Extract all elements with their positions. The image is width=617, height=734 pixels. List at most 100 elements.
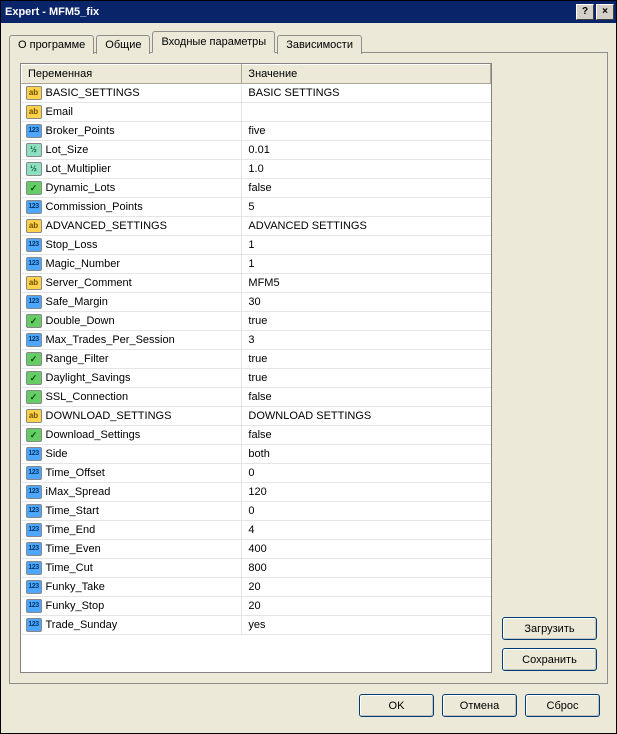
- value-cell[interactable]: false: [242, 426, 491, 445]
- table-row[interactable]: abADVANCED_SETTINGSADVANCED SETTINGS: [22, 217, 491, 236]
- table-row[interactable]: 123Time_Even400: [22, 540, 491, 559]
- value-cell[interactable]: BASIC SETTINGS: [242, 84, 491, 103]
- table-row[interactable]: 123Max_Trades_Per_Session3: [22, 331, 491, 350]
- variable-cell[interactable]: abDOWNLOAD_SETTINGS: [22, 407, 242, 426]
- value-cell[interactable]: 1: [242, 255, 491, 274]
- value-cell[interactable]: 0.01: [242, 141, 491, 160]
- variable-cell[interactable]: 123Side: [22, 445, 242, 464]
- table-row[interactable]: 123Time_Start0: [22, 502, 491, 521]
- variable-cell[interactable]: 123Trade_Sunday: [22, 616, 242, 635]
- variable-cell[interactable]: abBASIC_SETTINGS: [22, 84, 242, 103]
- tab-about[interactable]: О программе: [9, 35, 94, 54]
- variable-cell[interactable]: ✓Daylight_Savings: [22, 369, 242, 388]
- value-cell[interactable]: true: [242, 369, 491, 388]
- table-row[interactable]: 123Safe_Margin30: [22, 293, 491, 312]
- tab-common[interactable]: Общие: [96, 35, 150, 54]
- value-cell[interactable]: 3: [242, 331, 491, 350]
- load-button[interactable]: Загрузить: [502, 617, 597, 640]
- cancel-button[interactable]: Отмена: [442, 694, 517, 717]
- table-row[interactable]: 123Magic_Number1: [22, 255, 491, 274]
- table-row[interactable]: 123Time_End4: [22, 521, 491, 540]
- value-cell[interactable]: 0: [242, 502, 491, 521]
- value-cell[interactable]: MFM5: [242, 274, 491, 293]
- table-row[interactable]: 123Sideboth: [22, 445, 491, 464]
- value-cell[interactable]: 1.0: [242, 160, 491, 179]
- variable-cell[interactable]: abServer_Comment: [22, 274, 242, 293]
- titlebar[interactable]: Expert - MFM5_fix ? ×: [1, 1, 616, 23]
- variable-cell[interactable]: abADVANCED_SETTINGS: [22, 217, 242, 236]
- value-cell[interactable]: true: [242, 350, 491, 369]
- value-cell[interactable]: 800: [242, 559, 491, 578]
- table-row[interactable]: ½Lot_Size0.01: [22, 141, 491, 160]
- value-cell[interactable]: 20: [242, 578, 491, 597]
- variable-cell[interactable]: 123Time_Cut: [22, 559, 242, 578]
- value-cell[interactable]: 400: [242, 540, 491, 559]
- reset-button[interactable]: Сброс: [525, 694, 600, 717]
- variable-cell[interactable]: 123Stop_Loss: [22, 236, 242, 255]
- value-cell[interactable]: 1: [242, 236, 491, 255]
- parameters-grid[interactable]: Переменная Значение abBASIC_SETTINGSBASI…: [20, 63, 492, 673]
- variable-cell[interactable]: 123iMax_Spread: [22, 483, 242, 502]
- table-row[interactable]: abEmail: [22, 103, 491, 122]
- variable-cell[interactable]: ✓Download_Settings: [22, 426, 242, 445]
- value-cell[interactable]: true: [242, 312, 491, 331]
- table-row[interactable]: ✓SSL_Connectionfalse: [22, 388, 491, 407]
- table-row[interactable]: ½Lot_Multiplier1.0: [22, 160, 491, 179]
- table-row[interactable]: 123Time_Cut800: [22, 559, 491, 578]
- table-row[interactable]: 123Time_Offset0: [22, 464, 491, 483]
- tab-deps[interactable]: Зависимости: [277, 35, 362, 54]
- table-row[interactable]: 123Trade_Sundayyes: [22, 616, 491, 635]
- table-row[interactable]: ✓Download_Settingsfalse: [22, 426, 491, 445]
- table-row[interactable]: ✓Range_Filtertrue: [22, 350, 491, 369]
- variable-cell[interactable]: ✓Dynamic_Lots: [22, 179, 242, 198]
- table-row[interactable]: abBASIC_SETTINGSBASIC SETTINGS: [22, 84, 491, 103]
- value-cell[interactable]: ADVANCED SETTINGS: [242, 217, 491, 236]
- col-header-value[interactable]: Значение: [242, 65, 491, 84]
- value-cell[interactable]: 5: [242, 198, 491, 217]
- variable-cell[interactable]: 123Max_Trades_Per_Session: [22, 331, 242, 350]
- value-cell[interactable]: [242, 103, 491, 122]
- table-row[interactable]: abServer_CommentMFM5: [22, 274, 491, 293]
- variable-cell[interactable]: 123Funky_Stop: [22, 597, 242, 616]
- table-row[interactable]: ✓Double_Downtrue: [22, 312, 491, 331]
- value-cell[interactable]: 120: [242, 483, 491, 502]
- variable-cell[interactable]: 123Time_Start: [22, 502, 242, 521]
- value-cell[interactable]: 20: [242, 597, 491, 616]
- variable-cell[interactable]: ✓SSL_Connection: [22, 388, 242, 407]
- ok-button[interactable]: OK: [359, 694, 434, 717]
- variable-cell[interactable]: ✓Range_Filter: [22, 350, 242, 369]
- table-row[interactable]: 123Broker_Pointsfive: [22, 122, 491, 141]
- close-button[interactable]: ×: [596, 4, 614, 20]
- variable-cell[interactable]: 123Magic_Number: [22, 255, 242, 274]
- table-row[interactable]: 123iMax_Spread120: [22, 483, 491, 502]
- variable-cell[interactable]: 123Time_Offset: [22, 464, 242, 483]
- value-cell[interactable]: 0: [242, 464, 491, 483]
- table-row[interactable]: abDOWNLOAD_SETTINGSDOWNLOAD SETTINGS: [22, 407, 491, 426]
- table-row[interactable]: 123Stop_Loss1: [22, 236, 491, 255]
- variable-cell[interactable]: ½Lot_Multiplier: [22, 160, 242, 179]
- variable-cell[interactable]: 123Funky_Take: [22, 578, 242, 597]
- variable-cell[interactable]: 123Time_Even: [22, 540, 242, 559]
- variable-cell[interactable]: abEmail: [22, 103, 242, 122]
- col-header-variable[interactable]: Переменная: [22, 65, 242, 84]
- table-row[interactable]: ✓Dynamic_Lotsfalse: [22, 179, 491, 198]
- variable-cell[interactable]: 123Safe_Margin: [22, 293, 242, 312]
- table-row[interactable]: 123Funky_Take20: [22, 578, 491, 597]
- save-button[interactable]: Сохранить: [502, 648, 597, 671]
- variable-cell[interactable]: ½Lot_Size: [22, 141, 242, 160]
- value-cell[interactable]: false: [242, 179, 491, 198]
- value-cell[interactable]: DOWNLOAD SETTINGS: [242, 407, 491, 426]
- tab-inputs[interactable]: Входные параметры: [152, 31, 275, 53]
- value-cell[interactable]: 30: [242, 293, 491, 312]
- value-cell[interactable]: both: [242, 445, 491, 464]
- variable-cell[interactable]: 123Commission_Points: [22, 198, 242, 217]
- value-cell[interactable]: 4: [242, 521, 491, 540]
- variable-cell[interactable]: 123Broker_Points: [22, 122, 242, 141]
- help-button[interactable]: ?: [576, 4, 594, 20]
- table-row[interactable]: 123Funky_Stop20: [22, 597, 491, 616]
- variable-cell[interactable]: ✓Double_Down: [22, 312, 242, 331]
- value-cell[interactable]: five: [242, 122, 491, 141]
- table-row[interactable]: 123Commission_Points5: [22, 198, 491, 217]
- variable-cell[interactable]: 123Time_End: [22, 521, 242, 540]
- value-cell[interactable]: yes: [242, 616, 491, 635]
